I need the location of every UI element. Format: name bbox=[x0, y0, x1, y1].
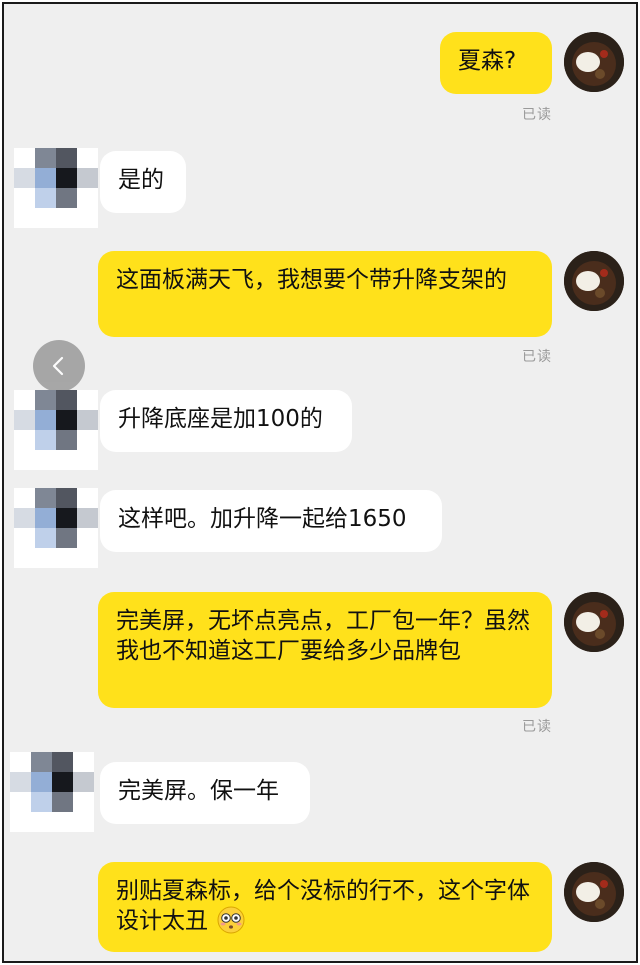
message-bubble-sent[interactable]: 别贴夏森标，给个没标的行不，这个字体设计太丑 bbox=[98, 862, 552, 952]
contact-avatar[interactable] bbox=[14, 488, 98, 568]
message-bubble-received[interactable]: 是的 bbox=[100, 151, 186, 213]
read-receipt: 已读 bbox=[522, 719, 552, 735]
my-avatar[interactable] bbox=[564, 592, 624, 652]
message-bubble-received[interactable]: 升降底座是加100的 bbox=[100, 390, 352, 452]
message-bubble-received[interactable]: 这样吧。加升降一起给1650 bbox=[100, 490, 442, 552]
contact-avatar[interactable] bbox=[14, 390, 98, 470]
read-receipt: 已读 bbox=[522, 349, 552, 365]
message-text: 是的 bbox=[118, 167, 164, 193]
message-text: 完美屏，无坏点亮点，工厂包一年？虽然我也不知道这工厂要给多少品牌包 bbox=[116, 608, 530, 664]
my-avatar[interactable] bbox=[564, 251, 624, 311]
read-receipt: 已读 bbox=[522, 107, 552, 123]
chevron-left-icon bbox=[52, 356, 64, 376]
message-bubble-sent[interactable]: 完美屏，无坏点亮点，工厂包一年？虽然我也不知道这工厂要给多少品牌包 bbox=[98, 592, 552, 708]
message-bubble-sent[interactable]: 夏森? bbox=[440, 32, 552, 94]
contact-avatar[interactable] bbox=[14, 148, 98, 228]
message-bubble-received[interactable]: 完美屏。保一年 bbox=[100, 762, 310, 824]
message-text: 夏森? bbox=[458, 48, 517, 74]
my-avatar[interactable] bbox=[564, 862, 624, 922]
chat-window: 夏森? 已读 是的 这面板满天飞，我想要个带升降支架的 已读 升降底座是加100… bbox=[2, 2, 638, 963]
message-bubble-sent[interactable]: 这面板满天飞，我想要个带升降支架的 bbox=[98, 251, 552, 337]
flushed-face-emoji bbox=[217, 906, 245, 934]
message-text: 这面板满天飞，我想要个带升降支架的 bbox=[116, 267, 507, 293]
message-text: 这样吧。加升降一起给1650 bbox=[118, 506, 407, 532]
message-text: 完美屏。保一年 bbox=[118, 778, 279, 804]
message-text: 别贴夏森标，给个没标的行不，这个字体设计太丑 bbox=[116, 878, 530, 934]
my-avatar[interactable] bbox=[564, 32, 624, 92]
contact-avatar[interactable] bbox=[10, 752, 94, 832]
message-text: 升降底座是加100的 bbox=[118, 406, 323, 432]
back-button[interactable] bbox=[33, 340, 85, 392]
